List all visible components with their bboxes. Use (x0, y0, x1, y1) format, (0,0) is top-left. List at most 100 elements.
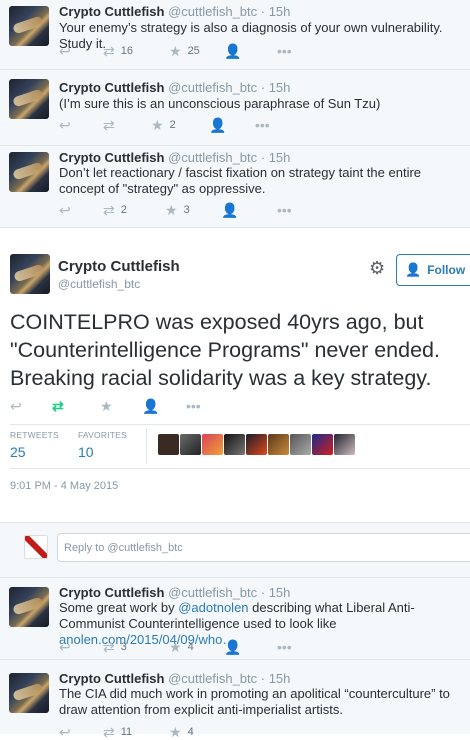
avatar[interactable] (9, 152, 49, 192)
author-handle[interactable]: @cuttlefish_btc · 15h (168, 671, 290, 686)
tweet[interactable]: Crypto Cuttlefish @cuttlefish_btc · 15h … (0, 0, 470, 70)
avatar[interactable] (10, 254, 50, 294)
star-icon: ★ (165, 202, 178, 218)
retweet-button[interactable]: ⇄ (103, 117, 121, 133)
divider (10, 424, 470, 425)
reply-button[interactable]: ↩ (10, 398, 22, 414)
retweet-icon: ⇄ (52, 398, 64, 414)
favorite-button[interactable]: ★ 4 (169, 724, 194, 740)
more-button[interactable]: ••• (277, 202, 292, 218)
tweet-text-line: "Counterintelligence Programs" never end… (10, 338, 440, 362)
favorite-button[interactable]: ★ 25 (169, 43, 200, 59)
retweets-stat[interactable]: RETWEETS 25 (10, 430, 59, 460)
retweets-label: RETWEETS (10, 430, 59, 440)
reply-button[interactable]: ↩ (59, 724, 71, 740)
avatar[interactable] (158, 434, 179, 455)
favorite-button[interactable]: ★ 2 (151, 117, 176, 133)
more-icon: ••• (277, 43, 292, 59)
avatar (24, 535, 48, 559)
retweet-button[interactable]: ⇄ 16 (103, 43, 133, 59)
more-icon: ••• (255, 117, 270, 133)
avatar[interactable] (246, 434, 267, 455)
reply-input[interactable]: Reply to @cuttlefish_btc (57, 533, 470, 562)
avatar[interactable] (9, 79, 49, 119)
more-button[interactable]: ••• (277, 43, 292, 59)
divider (10, 468, 470, 469)
tweet-header: Crypto Cuttlefish @cuttlefish_btc · 15h (59, 80, 290, 95)
retweet-button[interactable]: ⇄ 2 (103, 202, 127, 218)
favorite-count: 3 (183, 204, 190, 216)
add-user-icon: 👤 (142, 398, 160, 414)
tweet[interactable]: Crypto Cuttlefish @cuttlefish_btc · 15h … (0, 70, 470, 146)
tweet-text: (I’m sure this is an unconscious paraphr… (59, 96, 381, 111)
avatar[interactable] (9, 673, 49, 713)
avatar[interactable] (180, 434, 201, 455)
favorite-button[interactable]: ★ 4 (169, 639, 194, 655)
avatar[interactable] (9, 6, 49, 46)
avatar[interactable] (9, 587, 49, 627)
avatar[interactable] (312, 434, 333, 455)
tweet-header: Crypto Cuttlefish @cuttlefish_btc · 15h (59, 150, 290, 165)
reply-button[interactable]: ↩ (59, 202, 71, 218)
tweet[interactable]: Crypto Cuttlefish @cuttlefish_btc · 15h … (0, 146, 470, 228)
more-icon: ••• (277, 639, 292, 655)
author-handle[interactable]: @cuttlefish_btc · 15h (168, 150, 290, 165)
tweet-text: The CIA did much work in promoting an ap… (59, 686, 450, 717)
reply-icon: ↩ (59, 639, 71, 655)
retweets-count: 25 (10, 444, 26, 460)
follow-user-button[interactable]: 👤 (209, 117, 226, 133)
avatar[interactable] (334, 434, 355, 455)
reply-button[interactable]: ↩ (59, 639, 71, 655)
gear-icon[interactable]: ⚙ (369, 258, 385, 279)
author-handle[interactable]: @cuttlefish_btc · 15h (168, 80, 290, 95)
avatar[interactable] (290, 434, 311, 455)
favorite-count: 2 (169, 119, 176, 131)
reply-button[interactable]: ↩ (59, 43, 71, 59)
author-name[interactable]: Crypto Cuttlefish (59, 4, 164, 19)
favorite-button[interactable]: ★ 3 (165, 202, 190, 218)
avatar[interactable] (224, 434, 245, 455)
follow-user-button[interactable]: 👤 (142, 398, 159, 414)
author-name[interactable]: Crypto Cuttlefish (59, 585, 164, 600)
tweet-text-part: Some great work by (59, 600, 179, 615)
avatar[interactable] (202, 434, 223, 455)
author-handle[interactable]: @cuttlefish_btc · 15h (168, 585, 290, 600)
follow-user-button[interactable]: 👤 (224, 43, 241, 59)
author-name[interactable]: Crypto Cuttlefish (59, 671, 164, 686)
retweet-button[interactable]: ⇄ (52, 398, 64, 414)
tweet-header: Crypto Cuttlefish @cuttlefish_btc · 15h (59, 4, 290, 19)
reply-icon: ↩ (59, 202, 71, 218)
tweet-text-line: Breaking racial solidarity was a key str… (10, 366, 432, 390)
tweet[interactable]: Crypto Cuttlefish @cuttlefish_btc · 15h … (0, 660, 470, 740)
retweet-button[interactable]: ⇄ 3 (103, 639, 127, 655)
favorite-button[interactable]: ★ (100, 398, 113, 414)
timestamp[interactable]: 9:01 PM - 4 May 2015 (10, 480, 118, 492)
follow-user-button[interactable]: 👤 (224, 639, 241, 655)
retweet-icon: ⇄ (103, 639, 115, 655)
author-name[interactable]: Crypto Cuttlefish (59, 80, 164, 95)
reply-button[interactable]: ↩ (59, 117, 71, 133)
favorites-stat[interactable]: FAVORITES 10 (78, 430, 127, 460)
retweet-icon: ⇄ (103, 43, 115, 59)
author-name[interactable]: Crypto Cuttlefish (59, 150, 164, 165)
star-icon: ★ (151, 117, 164, 133)
expanded-tweet: Crypto Cuttlefish @cuttlefish_btc ⚙ 👤 Fo… (0, 228, 470, 523)
favorite-count: 4 (187, 641, 194, 653)
author-name[interactable]: Crypto Cuttlefish (58, 258, 180, 275)
mention-link[interactable]: @adotnolen (178, 600, 248, 615)
retweet-button[interactable]: ⇄ 11 (103, 724, 132, 740)
tweet-header: Crypto Cuttlefish @cuttlefish_btc · 15h (59, 671, 290, 686)
avatar[interactable] (268, 434, 289, 455)
author-handle[interactable]: @cuttlefish_btc (58, 277, 140, 291)
url-link[interactable]: anolen.com/2015/04/09/who… (59, 632, 235, 647)
more-button[interactable]: ••• (255, 117, 270, 133)
author-handle[interactable]: @cuttlefish_btc · 15h (168, 4, 290, 19)
follow-button[interactable]: 👤 Follow (396, 254, 470, 286)
more-button[interactable]: ••• (186, 398, 201, 414)
follow-user-button[interactable]: 👤 (221, 202, 238, 218)
star-icon: ★ (169, 724, 182, 740)
retweet-icon: ⇄ (103, 724, 115, 740)
tweet[interactable]: Crypto Cuttlefish @cuttlefish_btc · 15h … (0, 578, 470, 660)
reply-icon: ↩ (59, 724, 71, 740)
more-button[interactable]: ••• (277, 639, 292, 655)
